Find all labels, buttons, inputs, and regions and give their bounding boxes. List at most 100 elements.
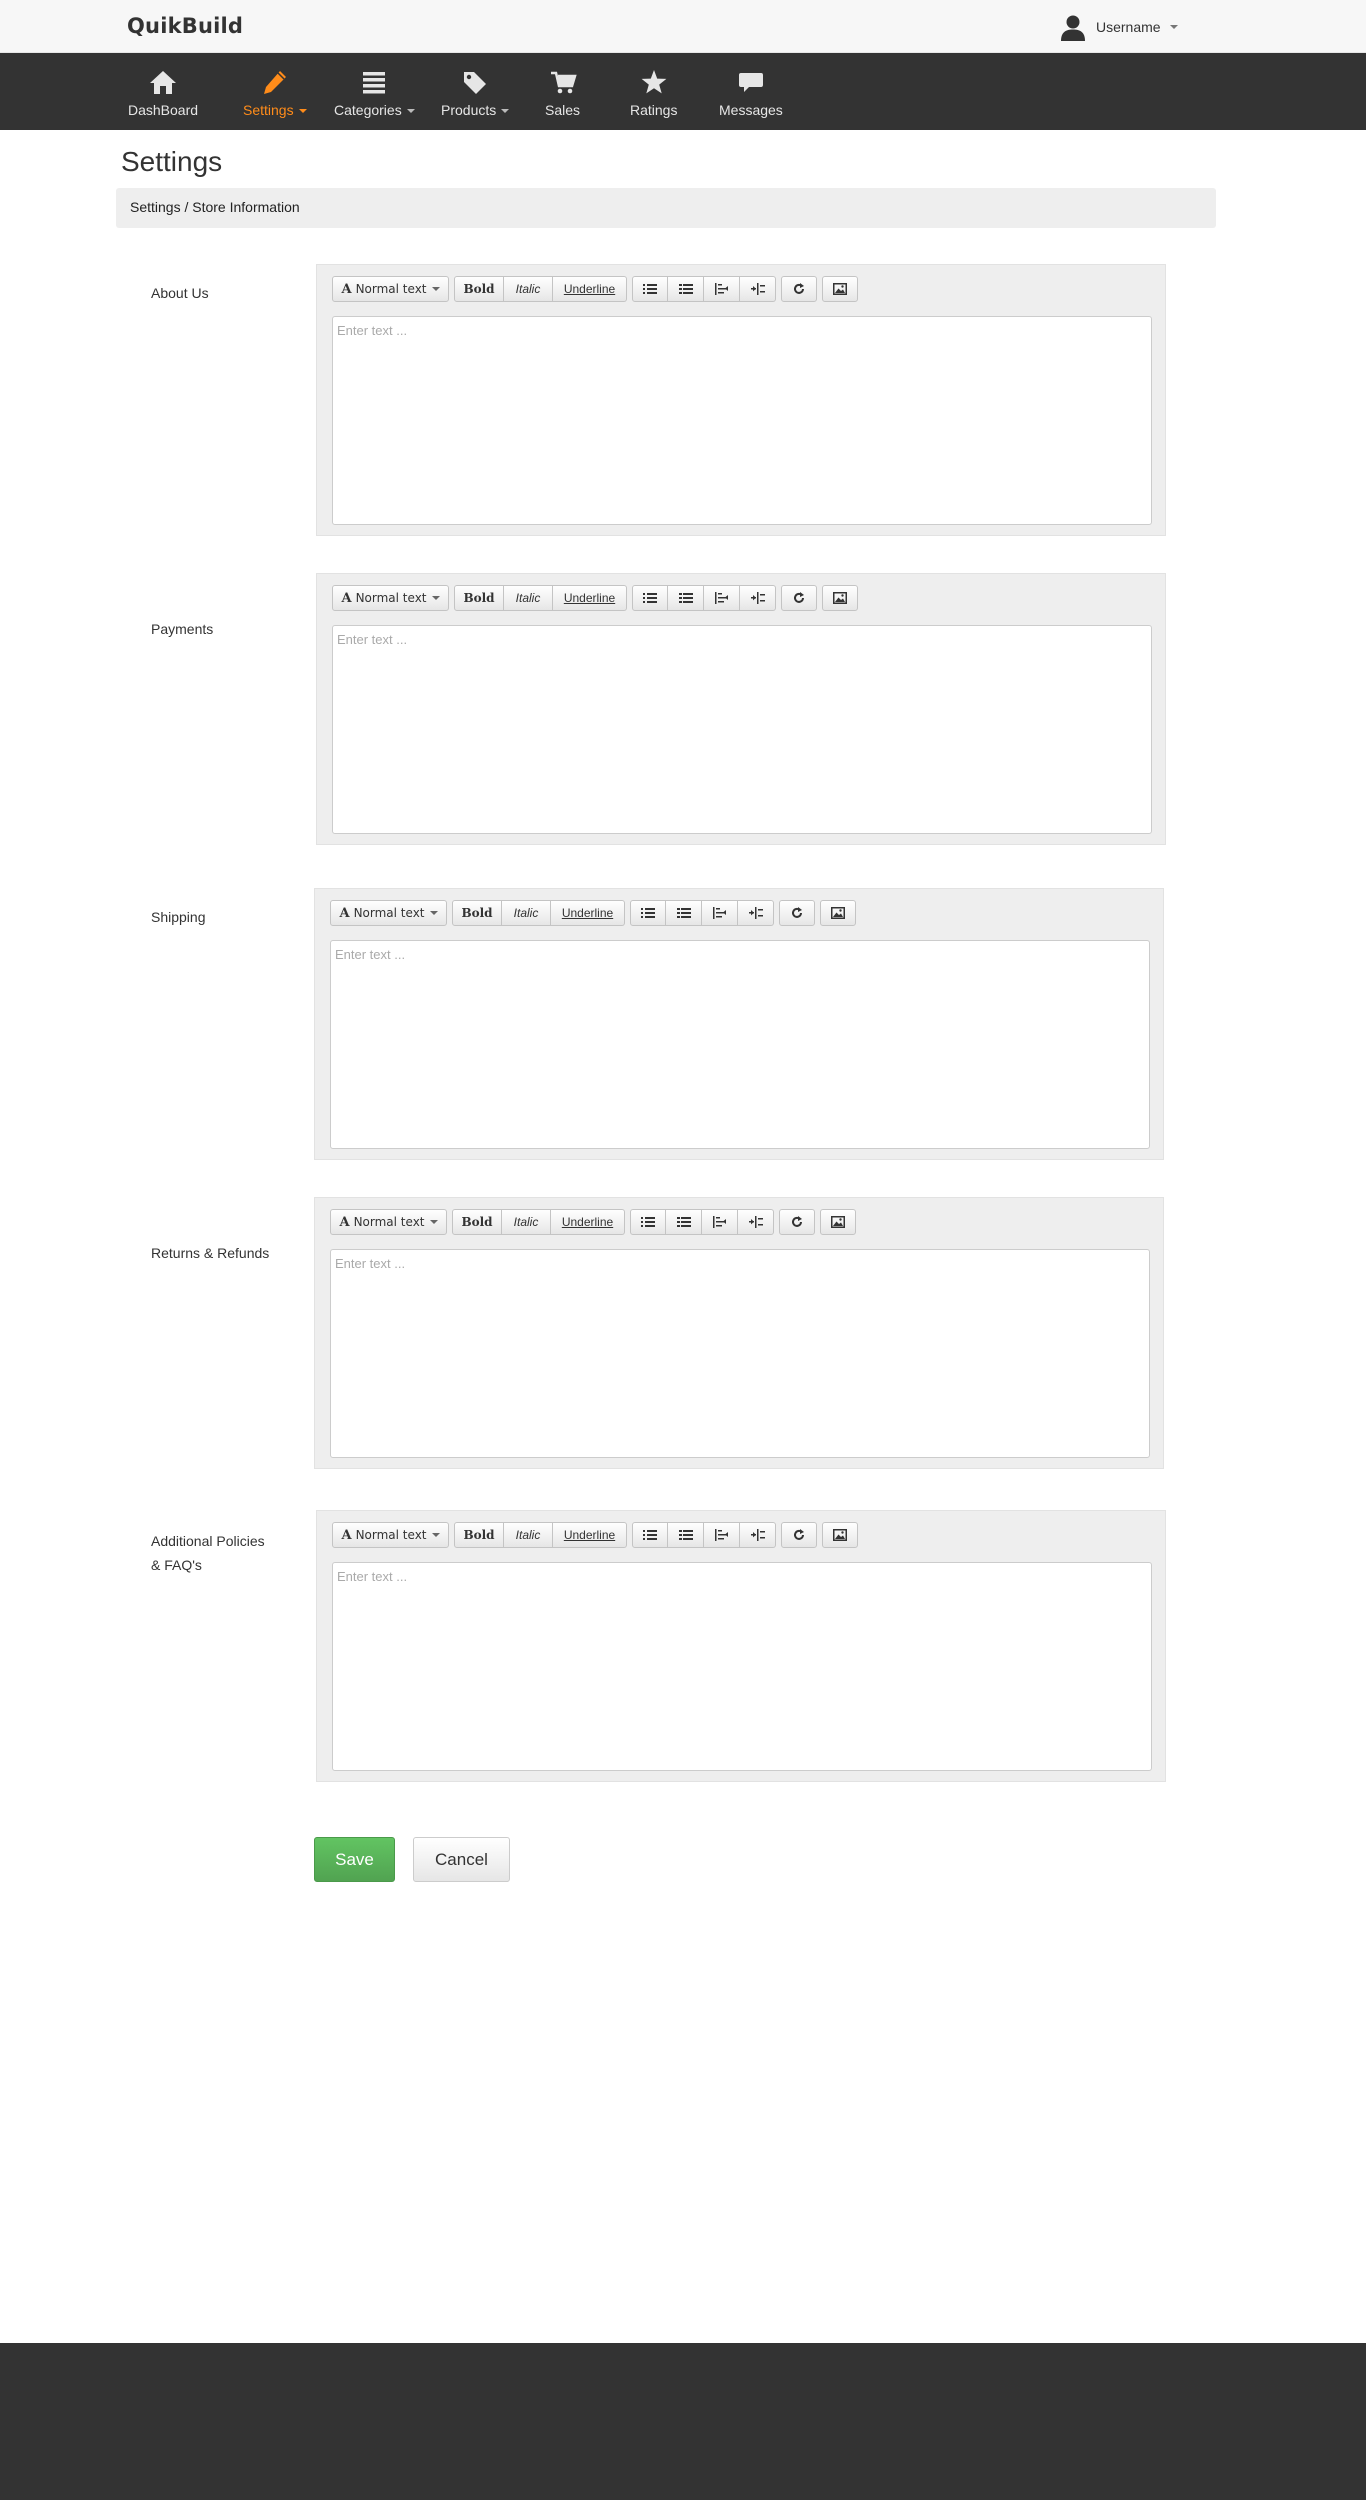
unordered-list-button[interactable] [632,276,668,302]
outdent-button[interactable] [702,900,738,926]
ordered-list-icon [678,284,693,294]
editor-toolbar: A Normal text Bold Italic Underline [332,276,863,302]
image-icon [833,1529,847,1541]
font-style-dropdown[interactable]: A Normal text [332,1522,449,1548]
unordered-list-button[interactable] [632,585,668,611]
nav-item-categories[interactable]: Categories [334,53,415,130]
italic-button[interactable]: Italic [504,1522,553,1548]
font-icon: A [339,1214,350,1230]
undo-button[interactable] [779,1209,815,1235]
font-style-dropdown[interactable]: A Normal text [330,900,447,926]
bold-button[interactable]: Bold [452,900,502,926]
indent-button[interactable] [738,1209,774,1235]
user-menu[interactable]: Username [1059,12,1178,42]
chevron-down-icon [431,1533,440,1537]
cancel-button[interactable]: Cancel [413,1837,510,1882]
outdent-icon [714,592,728,604]
ordered-list-button[interactable] [668,1522,704,1548]
undo-button[interactable] [781,585,817,611]
outdent-icon [714,1529,728,1541]
brand-logo[interactable]: QuikBuild [127,14,243,38]
underline-button[interactable]: Underline [553,1522,627,1548]
ordered-list-button[interactable] [666,900,702,926]
undo-button[interactable] [781,276,817,302]
chevron-down-icon [429,1220,438,1224]
indent-button[interactable] [740,585,776,611]
ordered-list-button[interactable] [668,585,704,611]
about-us-label: About Us [151,285,209,301]
font-style-dropdown[interactable]: A Normal text [330,1209,447,1235]
insert-image-button[interactable] [820,900,856,926]
outdent-icon [714,283,728,295]
nav-item-settings[interactable]: Settings [243,53,307,130]
insert-image-button[interactable] [822,1522,858,1548]
additional-policies-textarea[interactable]: Enter text ... [332,1562,1152,1771]
indent-button[interactable] [740,276,776,302]
bold-button[interactable]: Bold [454,585,504,611]
indent-icon [748,907,763,919]
shipping-editor: A Normal text Bold Italic Underline Enter… [314,888,1164,1160]
insert-image-button[interactable] [822,276,858,302]
undo-icon [792,907,802,918]
ordered-list-button[interactable] [668,276,704,302]
page-footer [0,2343,1366,2500]
unordered-list-icon [641,908,655,918]
outdent-button[interactable] [702,1209,738,1235]
indent-button[interactable] [740,1522,776,1548]
underline-button[interactable]: Underline [551,900,625,926]
additional-policies-label-line1: Additional Policies [151,1533,265,1549]
outdent-button[interactable] [704,276,740,302]
undo-button[interactable] [781,1522,817,1548]
font-style-label: Normal text [355,591,427,605]
outdent-button[interactable] [704,585,740,611]
underline-button[interactable]: Underline [553,585,627,611]
nav-item-products[interactable]: Products [441,53,510,130]
bold-button[interactable]: Bold [454,276,504,302]
returns-refunds-textarea[interactable]: Enter text ... [330,1249,1150,1458]
font-style-dropdown[interactable]: A Normal text [332,585,449,611]
save-button[interactable]: Save [314,1837,395,1882]
username-label: Username [1096,19,1161,35]
insert-image-button[interactable] [822,585,858,611]
ordered-list-button[interactable] [666,1209,702,1235]
unordered-list-button[interactable] [632,1522,668,1548]
nav-label-categories: Categories [334,102,402,118]
nav-item-dashboard[interactable]: DashBoard [128,53,198,130]
bold-button[interactable]: Bold [454,1522,504,1548]
additional-policies-editor: A Normal text Bold Italic Underline Enter… [316,1510,1166,1782]
nav-label-messages: Messages [719,102,783,118]
nav-item-ratings[interactable]: Ratings [630,53,677,130]
indent-icon [748,1216,763,1228]
unordered-list-icon [643,1530,657,1540]
insert-image-button[interactable] [820,1209,856,1235]
unordered-list-button[interactable] [630,900,666,926]
underline-button[interactable]: Underline [553,276,627,302]
undo-icon [794,283,804,294]
unordered-list-button[interactable] [630,1209,666,1235]
underline-button[interactable]: Underline [551,1209,625,1235]
undo-icon [794,1529,804,1540]
bold-button[interactable]: Bold [452,1209,502,1235]
chevron-down-icon [431,596,440,600]
nav-label-sales: Sales [545,102,581,118]
payments-textarea[interactable]: Enter text ... [332,625,1152,834]
indent-button[interactable] [738,900,774,926]
shipping-textarea[interactable]: Enter text ... [330,940,1150,1149]
italic-button[interactable]: Italic [504,276,553,302]
top-bar: QuikBuild Username [0,0,1366,53]
outdent-icon [712,1216,726,1228]
italic-button[interactable]: Italic [502,900,551,926]
tag-icon [461,69,489,95]
italic-button[interactable]: Italic [502,1209,551,1235]
about-us-textarea[interactable]: Enter text ... [332,316,1152,525]
font-style-dropdown[interactable]: A Normal text [332,276,449,302]
undo-button[interactable] [779,900,815,926]
italic-button[interactable]: Italic [504,585,553,611]
nav-item-sales[interactable]: Sales [545,53,580,130]
outdent-icon [712,907,726,919]
outdent-button[interactable] [704,1522,740,1548]
font-style-label: Normal text [355,282,427,296]
nav-item-messages[interactable]: Messages [719,53,783,130]
user-silhouette-icon [1061,15,1085,41]
nav-label-ratings: Ratings [630,102,678,118]
